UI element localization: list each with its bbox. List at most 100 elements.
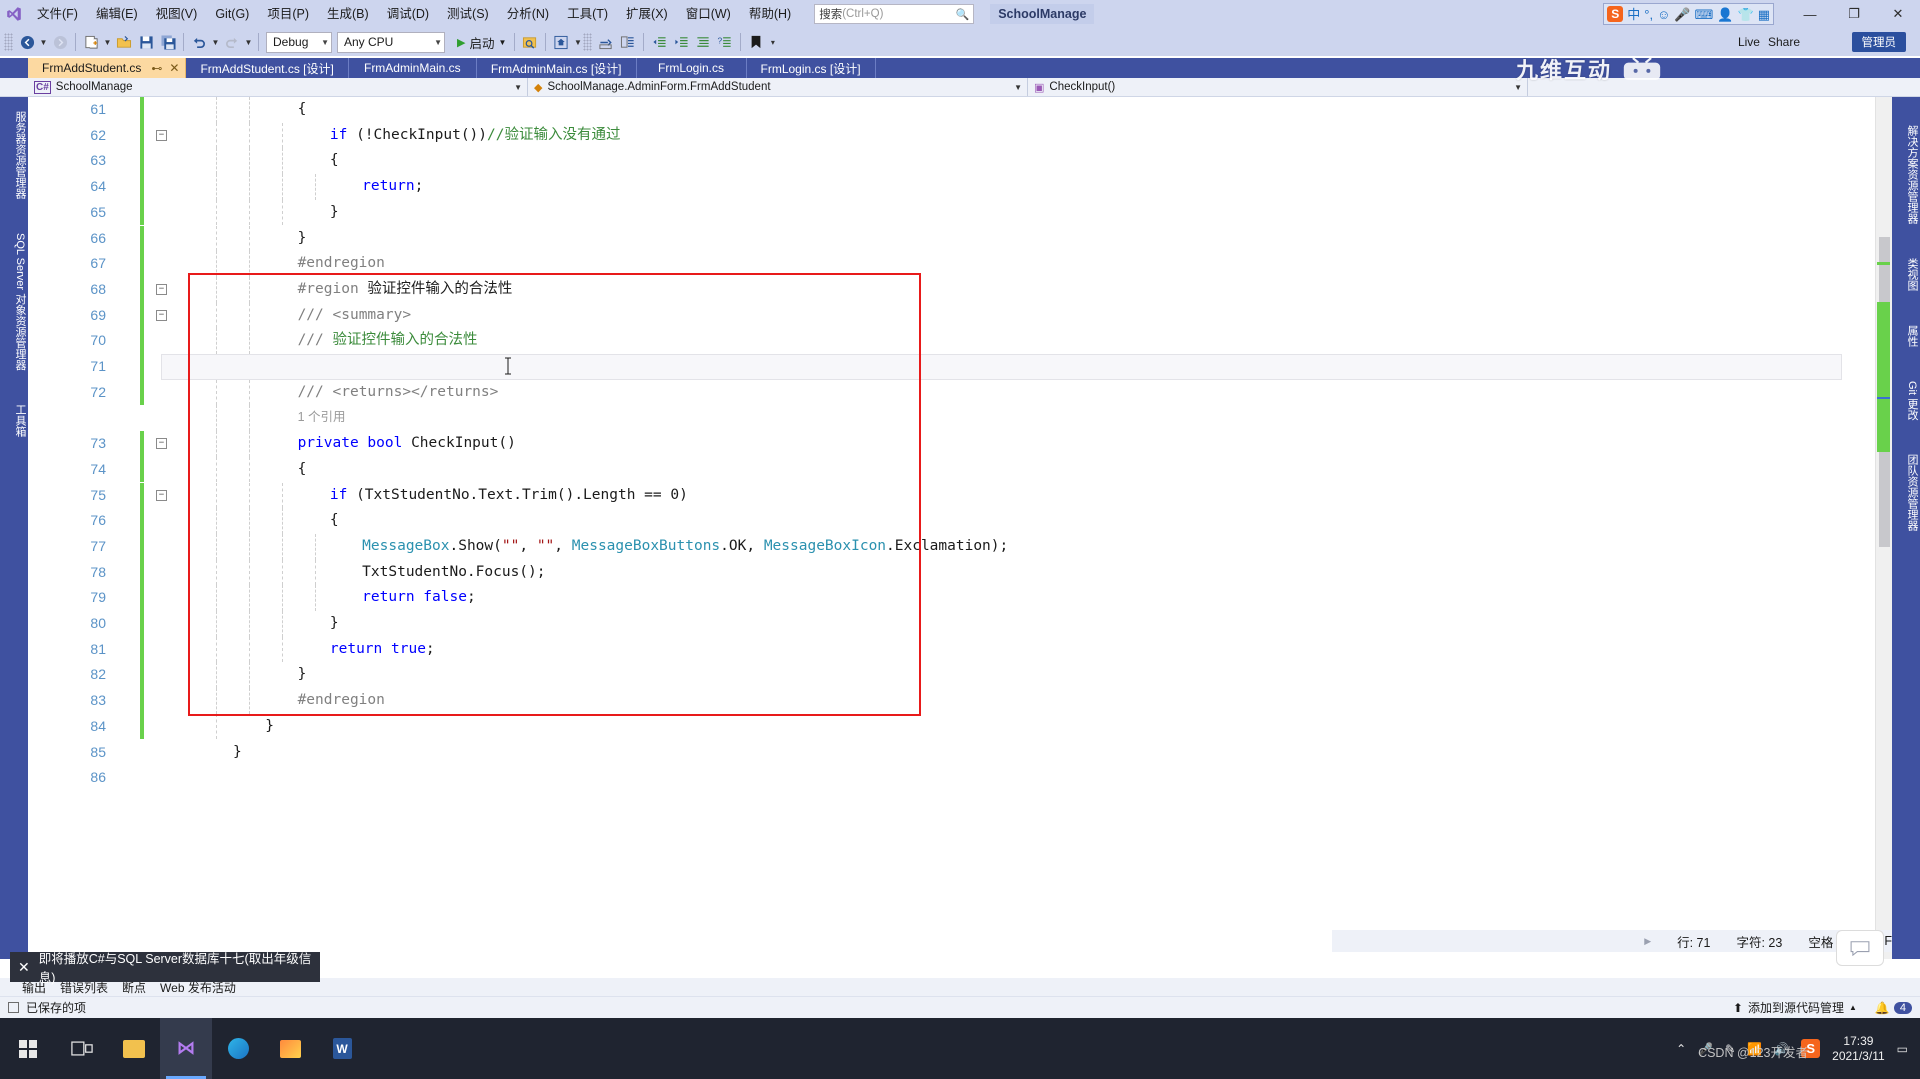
code-line[interactable]: 83 #endregion [28, 688, 1846, 714]
new-item-dropdown-icon[interactable]: ▼ [102, 31, 113, 53]
tab-frmaddstudent-cs[interactable]: FrmAddStudent.cs ⊷ ✕ [28, 58, 187, 78]
close-button[interactable]: ✕ [1876, 0, 1920, 28]
sogou-ime-toolbar[interactable]: S 中 °, ☺ 🎤 ⌨ 👤 👕 ▦ [1603, 3, 1774, 25]
code-line[interactable]: 67 #endregion [28, 251, 1846, 277]
menu-view[interactable]: 视图(V) [147, 2, 207, 26]
notifications-button[interactable]: 🔔 4 [1875, 1001, 1912, 1015]
menu-window[interactable]: 窗口(W) [677, 2, 740, 26]
navigate-back-dropdown-icon[interactable]: ▼ [38, 31, 49, 53]
tab-frmlogin-cs[interactable]: FrmLogin.cs [636, 58, 747, 78]
editor-vertical-scrollbar[interactable] [1875, 97, 1892, 959]
type-select[interactable]: ◆ SchoolManage.AdminForm.FrmAddStudent ▼ [528, 78, 1028, 96]
code-line[interactable]: 70 /// 验证控件输入的合法性 [28, 328, 1846, 354]
sidebar-item-toolbox[interactable]: 工具箱 [0, 398, 28, 443]
sidebar-item-properties[interactable]: 属性 [1892, 319, 1920, 353]
code-line[interactable]: 84} [28, 713, 1846, 740]
manage-panel-button[interactable]: 管理员 [1851, 32, 1906, 52]
home-icon[interactable] [550, 31, 572, 53]
toolbar-grip[interactable] [4, 33, 13, 51]
edge-browser-button[interactable] [212, 1018, 264, 1079]
action-center-icon[interactable]: ▭ [1897, 1042, 1908, 1056]
menu-project[interactable]: 项目(P) [258, 2, 318, 26]
code-line[interactable]: 77 MessageBox.Show("", "", MessageBoxButt… [28, 533, 1846, 560]
code-line[interactable]: 79 return false; [28, 585, 1846, 611]
file-explorer-button[interactable] [108, 1018, 160, 1079]
menu-debug[interactable]: 调试(D) [378, 2, 438, 26]
sidebar-item-solution-explorer[interactable]: 解决方案资源管理器 [1892, 119, 1920, 230]
live-share-label[interactable]: Live [1738, 35, 1760, 49]
close-icon[interactable]: ✕ [18, 959, 30, 976]
redo-icon[interactable] [221, 31, 243, 53]
code-line[interactable]: 66} [28, 225, 1846, 252]
start-debug-button[interactable]: ▶ 启动 ▼ [453, 31, 510, 53]
collapse-outline-icon[interactable]: − [156, 309, 167, 321]
menu-build[interactable]: 生成(B) [318, 2, 378, 26]
start-button[interactable] [0, 1018, 56, 1079]
video-toast-notification[interactable]: ✕ 即将播放C#与SQL Server数据库十七(取出年级信息) [10, 952, 320, 985]
project-select[interactable]: C# SchoolManage ▼ [28, 78, 528, 96]
chevron-up-icon[interactable]: ⌃ [1676, 1042, 1686, 1056]
code-line[interactable]: 74 { [28, 456, 1846, 483]
code-line[interactable]: 81 return true; [28, 636, 1846, 663]
ime-apps-icon[interactable]: ▦ [1758, 8, 1770, 21]
ime-chinese-mode-icon[interactable]: 中 [1627, 8, 1640, 21]
comment-selection-icon[interactable] [595, 31, 617, 53]
menu-analyze[interactable]: 分析(N) [498, 2, 558, 26]
solution-configuration-select[interactable]: Debug ▼ [266, 31, 332, 53]
sogou-logo-icon[interactable]: S [1607, 6, 1624, 22]
ime-punctuation-icon[interactable]: °, [1644, 8, 1653, 21]
collapse-outline-icon[interactable]: − [156, 438, 167, 450]
send-feedback-button[interactable] [1836, 930, 1884, 966]
code-line[interactable]: 73 − private bool CheckInput() [28, 431, 1846, 457]
sidebar-item-git-changes[interactable]: Git 更改 [1892, 375, 1920, 426]
undo-dropdown-icon[interactable]: ▼ [210, 31, 221, 53]
code-line[interactable]: 75 − if (TxtStudentNo.Text.Trim().Length =… [28, 482, 1846, 509]
help-snippet-icon[interactable]: ? [714, 31, 736, 53]
tab-frmadminmain-cs[interactable]: FrmAdminMain.cs [348, 58, 477, 78]
task-view-button[interactable] [56, 1018, 108, 1079]
menu-git[interactable]: Git(G) [206, 2, 258, 26]
paint-button[interactable] [264, 1018, 316, 1079]
word-button[interactable]: W [316, 1018, 368, 1079]
ime-keyboard-icon[interactable]: ⌨ [1695, 8, 1714, 21]
close-icon[interactable]: ✕ [169, 61, 179, 75]
code-line[interactable]: 65} [28, 199, 1846, 226]
menu-extensions[interactable]: 扩展(X) [617, 2, 677, 26]
format-document-icon[interactable] [692, 31, 714, 53]
home-dropdown-icon[interactable]: ▼ [572, 31, 583, 53]
code-line[interactable]: 72 /// <returns></returns> [28, 379, 1846, 406]
navigate-forward-button[interactable] [49, 31, 71, 53]
code-line[interactable]: 64 return; [28, 174, 1846, 200]
live-preview-icon[interactable] [519, 31, 541, 53]
code-line[interactable]: 1 个引用 [28, 405, 1846, 432]
menu-tools[interactable]: 工具(T) [558, 2, 617, 26]
code-line[interactable]: 85} [28, 740, 1846, 766]
menu-file[interactable]: 文件(F) [28, 2, 87, 26]
bookmark-icon[interactable] [745, 31, 767, 53]
code-line[interactable]: 80} [28, 611, 1846, 637]
indent-icon[interactable] [670, 31, 692, 53]
save-all-icon[interactable] [157, 31, 179, 53]
save-icon[interactable] [135, 31, 157, 53]
menu-test[interactable]: 测试(S) [438, 2, 498, 26]
tab-frmlogin-cs-design[interactable]: FrmLogin.cs [设计] [746, 58, 876, 78]
code-line[interactable]: 69 − /// <summary> [28, 302, 1846, 329]
indentation-indicator[interactable]: 空格 [1808, 932, 1833, 951]
search-input[interactable]: 搜索 (Ctrl+Q) 🔍 [814, 4, 975, 24]
collapse-outline-icon[interactable]: − [156, 283, 167, 295]
code-line[interactable]: 68 − #region 验证控件输入的合法性 [28, 276, 1846, 303]
open-file-icon[interactable] [113, 31, 135, 53]
pin-icon[interactable]: ⊷ [151, 62, 162, 75]
restore-button[interactable]: ❐ [1832, 0, 1876, 28]
menu-help[interactable]: 帮助(H) [740, 2, 800, 26]
uncomment-selection-icon[interactable] [617, 31, 639, 53]
code-line[interactable]: 62 − if (!CheckInput())//验证输入没有通过 [28, 122, 1846, 149]
code-editor[interactable]: 61 {62 − if (!CheckInput())//验证输入没有通过 63 {64 r… [28, 97, 1892, 959]
new-item-icon[interactable] [80, 31, 102, 53]
ime-user-icon[interactable]: 👤 [1717, 8, 1733, 21]
code-line[interactable]: 63 { [28, 148, 1846, 175]
outdent-icon[interactable] [648, 31, 670, 53]
tab-frmadminmain-cs-design[interactable]: FrmAdminMain.cs [设计] [476, 58, 637, 78]
navigate-back-button[interactable] [16, 31, 38, 53]
sidebar-item-sql-server-object-explorer[interactable]: SQL Server 对象资源管理器 [0, 227, 28, 376]
